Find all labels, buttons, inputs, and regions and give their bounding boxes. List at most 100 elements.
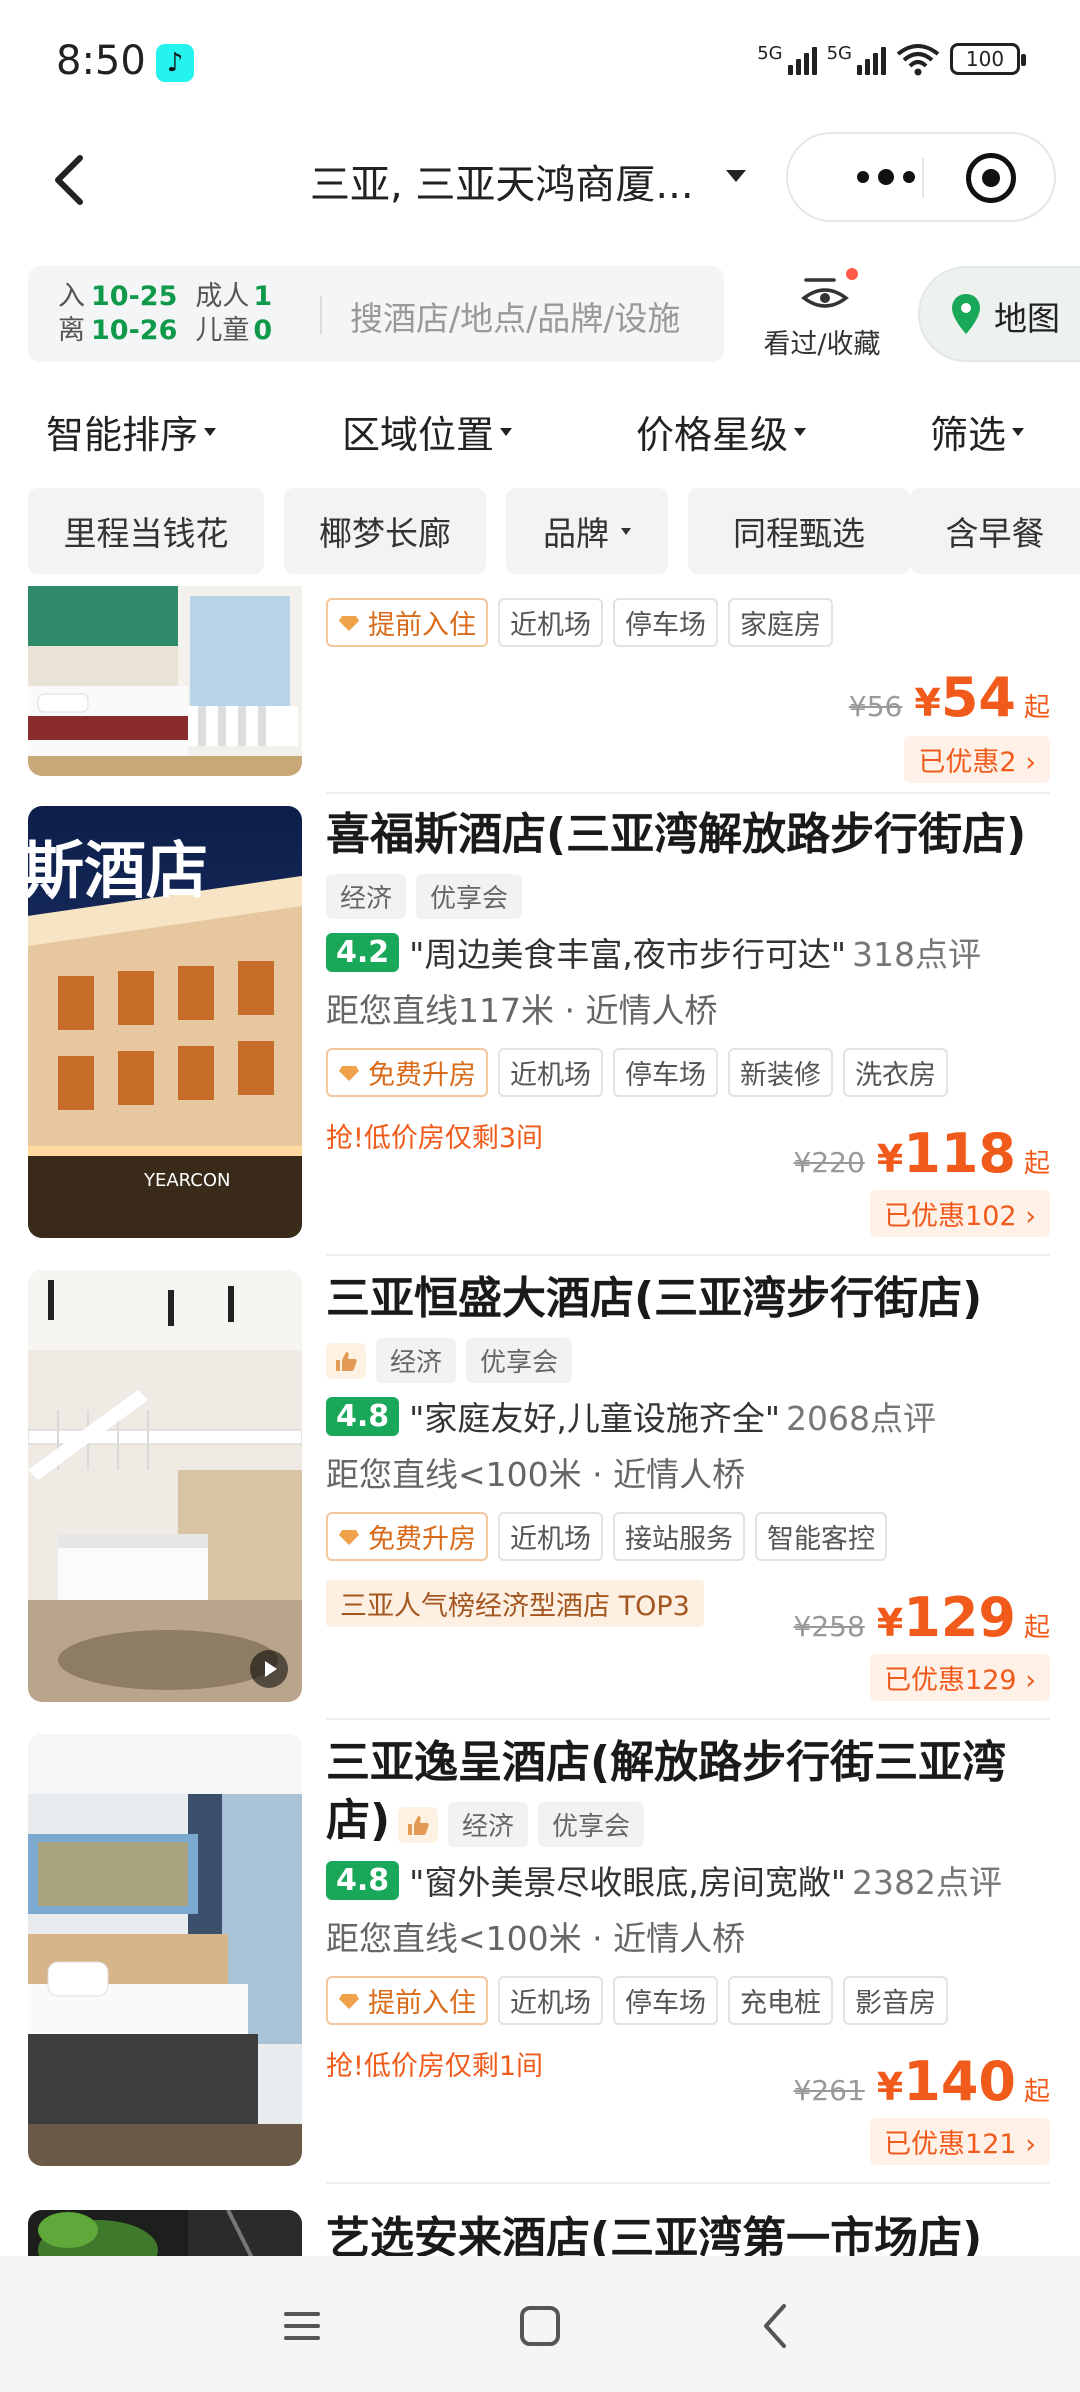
current-price: 129 — [903, 1586, 1016, 1649]
tab-price-star[interactable]: 价格星级 — [636, 404, 807, 459]
original-price: ¥261 — [793, 2074, 865, 2107]
hotel-photo — [28, 586, 302, 776]
rating-row: 4.8 "家庭友好,儿童设施齐全" 2068点评 — [326, 1392, 936, 1440]
viewed-favorites-button[interactable]: 看过/收藏 — [742, 262, 902, 362]
sort-filter-bar: 智能排序 区域位置 价格星级 筛选 — [0, 396, 1080, 466]
low-stock-alert: 抢!低价房仅剩1间 — [326, 2051, 544, 2082]
menu-icon[interactable] — [272, 2296, 332, 2356]
caret-down-icon — [621, 527, 631, 535]
adults-count: 1 — [253, 281, 273, 312]
facility-tags: 免费升房 近机场 停车场 新装修 洗衣房 — [326, 1048, 948, 1097]
date-guest-selector[interactable]: 入 10-25 成人 1 离 10-26 儿童 0 — [58, 280, 272, 348]
review-quote: "家庭友好,儿童设施齐全" — [409, 1399, 781, 1438]
card-divider — [326, 792, 1050, 794]
back-arrow-icon[interactable] — [40, 148, 100, 212]
diamond-icon — [339, 1529, 359, 1545]
hotel-photo: 斯酒店 YEARCON — [28, 806, 302, 1238]
price-block: ¥261 ¥140 起 — [793, 2050, 1050, 2113]
review-quote: "周边美食丰富,夜市步行可达" — [409, 935, 847, 974]
hotel-card[interactable]: 斯酒店 YEARCON 喜福斯酒店(三亚湾解放路步行街店) 经济 优享会 4.2… — [0, 806, 1080, 1270]
card-divider — [326, 1254, 1050, 1256]
facility-tag: 提前入住 — [326, 598, 488, 647]
diamond-icon — [339, 1993, 359, 2009]
back-icon[interactable] — [746, 2296, 806, 2356]
facility-tag: 近机场 — [498, 1048, 603, 1097]
rating-score: 4.8 — [326, 1396, 400, 1436]
hotel-card[interactable]: 提前入住 近机场 停车场 家庭房 ¥56 ¥54 起 已优惠2 › — [0, 586, 1080, 796]
tab-area-location[interactable]: 区域位置 — [342, 404, 513, 459]
play-video-icon[interactable] — [250, 1650, 288, 1688]
distance-text: 距您直线<100米 · 近情人桥 — [326, 1919, 746, 1958]
ranking-badge[interactable]: 三亚人气榜经济型酒店 TOP3 — [326, 1580, 704, 1627]
discount-badge[interactable]: 已优惠129 › — [870, 1654, 1050, 1701]
facility-tag: 家庭房 — [728, 598, 833, 647]
original-price: ¥220 — [793, 1146, 865, 1179]
hotel-card[interactable]: 艺选安来酒店(三亚湾第一市场店) — [0, 2198, 1080, 2256]
checkin-date: 10-25 — [91, 281, 178, 312]
tag-economy: 经济 — [376, 1338, 457, 1383]
tab-filter[interactable]: 筛选 — [930, 404, 1025, 459]
tag-member: 优享会 — [538, 1802, 645, 1847]
tag-member: 优享会 — [466, 1338, 573, 1383]
chip-tongcheng-select[interactable]: 同程甄选 — [688, 488, 910, 574]
facility-tag: 免费升房 — [326, 1512, 488, 1561]
svg-text:YEARCON: YEARCON — [143, 1170, 231, 1191]
chip-breakfast[interactable]: 含早餐 — [910, 488, 1080, 574]
card-divider — [326, 2182, 1050, 2184]
tag-economy: 经济 — [448, 1802, 529, 1847]
facility-tag: 近机场 — [498, 598, 603, 647]
children-count: 0 — [253, 315, 273, 346]
caret-down-icon — [204, 427, 217, 436]
search-input[interactable]: 搜酒店/地点/品牌/设施 — [350, 292, 680, 340]
location-title[interactable]: 三亚, 三亚天鸿商厦... — [310, 152, 694, 210]
thumbs-up-icon — [398, 1806, 438, 1843]
facility-tag: 提前入住 — [326, 1976, 488, 2025]
distance-text: 距您直线<100米 · 近情人桥 — [326, 1455, 746, 1494]
facility-tag: 免费升房 — [326, 1048, 488, 1097]
hotel-photo — [28, 2210, 302, 2256]
distance-text: 距您直线117米 · 近情人桥 — [326, 991, 718, 1030]
facility-tag: 停车场 — [613, 1976, 718, 2025]
facility-tag: 智能客控 — [755, 1512, 887, 1561]
hotel-photo — [28, 1270, 302, 1702]
chip-brand[interactable]: 品牌 — [506, 488, 668, 574]
battery-icon: 100 — [950, 43, 1026, 75]
divider — [320, 296, 322, 334]
hotel-name[interactable]: 艺选安来酒店(三亚湾第一市场店) — [326, 2210, 1056, 2256]
facility-tag: 充电桩 — [728, 1976, 833, 2025]
rating-row: 4.2 "周边美食丰富,夜市步行可达" 318点评 — [326, 928, 981, 976]
price-block: ¥56 ¥54 起 — [848, 666, 1050, 729]
current-price: 118 — [903, 1122, 1016, 1185]
review-quote: "窗外美景尽收眼底,房间宽敞" — [409, 1863, 847, 1902]
current-price: 140 — [903, 2050, 1016, 2113]
diamond-icon — [339, 1065, 359, 1081]
hotel-list[interactable]: 提前入住 近机场 停车场 家庭房 ¥56 ¥54 起 已优惠2 › 斯酒店 YE… — [0, 586, 1080, 2256]
facility-tag: 停车场 — [613, 598, 718, 647]
system-navigation-bar — [0, 2256, 1080, 2392]
home-icon[interactable] — [510, 2296, 570, 2356]
discount-badge[interactable]: 已优惠102 › — [870, 1190, 1050, 1237]
discount-badge[interactable]: 已优惠121 › — [870, 2118, 1050, 2165]
original-price: ¥56 — [848, 690, 903, 723]
map-button[interactable]: 地图 — [918, 266, 1080, 362]
close-miniprogram-icon[interactable] — [966, 153, 1016, 203]
hotel-name[interactable]: 三亚恒盛大酒店(三亚湾步行街店) — [326, 1270, 1056, 1328]
hotel-card[interactable]: 三亚逸呈酒店(解放路步行街三亚湾店) 经济 优享会 4.8 "窗外美景尽收眼底,… — [0, 1734, 1080, 2198]
rating-score: 4.2 — [326, 932, 400, 972]
caret-down-icon — [500, 427, 513, 436]
hotel-name[interactable]: 喜福斯酒店(三亚湾解放路步行街店) — [326, 806, 1056, 864]
thumbs-up-icon — [326, 1342, 366, 1379]
facility-tags: 提前入住 近机场 停车场 家庭房 — [326, 598, 833, 647]
chevron-down-icon[interactable] — [726, 170, 746, 182]
original-price: ¥258 — [793, 1610, 865, 1643]
facility-tag: 接站服务 — [613, 1512, 745, 1561]
hotel-card[interactable]: 三亚恒盛大酒店(三亚湾步行街店) 经济 优享会 4.8 "家庭友好,儿童设施齐全… — [0, 1270, 1080, 1734]
chip-coconut-dream[interactable]: 椰梦长廊 — [284, 488, 486, 574]
more-options-icon[interactable] — [826, 134, 946, 220]
chip-mileage[interactable]: 里程当钱花 — [28, 488, 264, 574]
facility-tag: 新装修 — [728, 1048, 833, 1097]
tab-smart-sort[interactable]: 智能排序 — [46, 404, 217, 459]
hotel-badges: 经济 优享会 — [326, 1338, 573, 1383]
search-bar[interactable]: 入 10-25 成人 1 离 10-26 儿童 0 搜酒店/地点/品牌/设施 — [28, 266, 724, 362]
discount-badge[interactable]: 已优惠2 › — [904, 736, 1050, 783]
